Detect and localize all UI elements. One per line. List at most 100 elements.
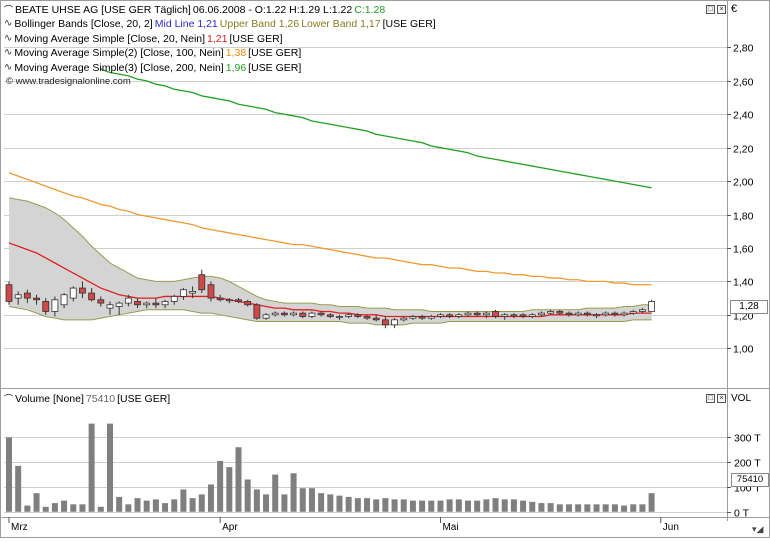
candle-body bbox=[354, 314, 362, 317]
volume-bar bbox=[33, 493, 40, 512]
close-panel-button[interactable]: × bbox=[717, 5, 726, 14]
candle-body bbox=[574, 312, 582, 316]
indicator-value: [USE GER] bbox=[382, 18, 436, 30]
candle-body bbox=[134, 301, 141, 306]
wave-icon: ∿ bbox=[4, 47, 13, 58]
candle-body bbox=[88, 292, 96, 301]
candle-body bbox=[391, 319, 398, 326]
candle-body bbox=[629, 311, 637, 314]
maximize-panel-button[interactable]: □ bbox=[706, 5, 715, 14]
indicator-legend-row[interactable]: ∿ Moving Average Simple(3) [Close, 200, N… bbox=[4, 61, 301, 75]
candle-body bbox=[23, 292, 31, 299]
volume-bar bbox=[648, 493, 655, 512]
price-tick-label: 2,40 bbox=[733, 110, 754, 122]
indicator-legend-row[interactable]: ∿ Moving Average Simple [Close, 20, Nein]… bbox=[4, 32, 283, 46]
candle-body bbox=[372, 317, 380, 321]
volume-bar bbox=[501, 499, 508, 512]
indicator-name: Bollinger Bands [Close, 20, 2] bbox=[14, 18, 153, 30]
volume-bar bbox=[510, 499, 517, 512]
candle-body bbox=[262, 314, 270, 319]
volume-bar bbox=[207, 484, 214, 512]
candle-body bbox=[97, 299, 105, 304]
volume-bar bbox=[621, 505, 628, 512]
candle-body bbox=[538, 312, 545, 316]
volume-bar bbox=[474, 500, 481, 512]
price-tick-label: 2,00 bbox=[733, 177, 754, 189]
volume-bar bbox=[611, 504, 618, 512]
candle-body bbox=[207, 284, 215, 299]
volume-bar bbox=[281, 494, 288, 512]
volume-tick-label: 300 T bbox=[734, 433, 761, 445]
resize-grip-icon[interactable]: ▾◢ bbox=[752, 524, 766, 536]
close-volume-panel-button[interactable]: × bbox=[717, 394, 726, 403]
volume-bar bbox=[382, 498, 389, 512]
candle-body bbox=[446, 314, 454, 317]
volume-bar bbox=[263, 494, 270, 512]
candle-body bbox=[308, 312, 316, 317]
volume-bar bbox=[428, 500, 435, 512]
volume-bar bbox=[538, 503, 545, 512]
volume-bar bbox=[24, 505, 31, 512]
candle-body bbox=[556, 311, 564, 314]
candle-body bbox=[501, 314, 509, 317]
volume-bar bbox=[125, 504, 132, 512]
candle-body bbox=[473, 312, 481, 316]
indicator-legend-row[interactable]: ∿ Bollinger Bands [Close, 20, 2] Mid Line … bbox=[4, 17, 436, 31]
candle-body bbox=[418, 316, 426, 319]
volume-bar bbox=[446, 499, 453, 512]
sma200-line bbox=[100, 68, 652, 189]
volume-tick-label: 0 T bbox=[734, 508, 750, 520]
candle-body bbox=[648, 301, 655, 312]
price-tick-label: 1,60 bbox=[733, 244, 754, 256]
volume-bar bbox=[299, 488, 306, 512]
volume-bar bbox=[364, 498, 371, 512]
candle-body bbox=[51, 299, 59, 312]
candle-body bbox=[79, 287, 86, 294]
volume-bar bbox=[409, 500, 416, 512]
volume-bar bbox=[584, 504, 591, 512]
candle-body bbox=[482, 312, 490, 316]
candle-body bbox=[326, 314, 334, 317]
candle-body bbox=[437, 314, 444, 317]
volume-bar bbox=[602, 504, 609, 512]
chart-workspace: 1,00 1,20 1,40 1,60 1,80 2,00 2,20 2,40 2,60 2,80… bbox=[0, 0, 770, 539]
volume-bar bbox=[51, 503, 58, 512]
candle-body bbox=[620, 312, 628, 316]
date-tick-label: Mai bbox=[442, 522, 458, 533]
volume-bar bbox=[483, 499, 490, 512]
price-tick-label: 2,80 bbox=[733, 43, 754, 55]
price-tick-label: 2,20 bbox=[733, 144, 754, 156]
volume-bar bbox=[345, 496, 352, 512]
maximize-volume-panel-button[interactable]: □ bbox=[706, 394, 715, 403]
candle-body bbox=[235, 299, 242, 302]
candle-body bbox=[602, 312, 610, 316]
volume-bar bbox=[6, 437, 12, 512]
volume-bar bbox=[217, 460, 224, 512]
candle-body bbox=[225, 299, 233, 302]
caret-icon: ⌒ bbox=[4, 394, 14, 404]
indicator-legend-row[interactable]: ∿ Moving Average Simple(2) [Close, 100, N… bbox=[4, 46, 301, 60]
indicator-value: Lower Band 1,17 bbox=[301, 18, 381, 30]
wave-icon: ∿ bbox=[4, 32, 13, 44]
volume-bar bbox=[198, 494, 205, 512]
candle-body bbox=[60, 294, 68, 306]
candle-body bbox=[106, 304, 114, 309]
indicator-value: [USE GER] bbox=[248, 61, 302, 74]
volume-bar bbox=[134, 498, 141, 512]
volume-bar bbox=[152, 499, 159, 512]
watermark-text: © www.tradesignalonline.com bbox=[6, 76, 131, 87]
volume-bar bbox=[465, 500, 471, 512]
candle-body bbox=[115, 302, 123, 307]
candle-body bbox=[253, 304, 261, 319]
volume-bar bbox=[61, 500, 68, 512]
volume-bar bbox=[171, 499, 178, 512]
symbol-title: BEATE UHSE AG [USE GER Täglich] bbox=[15, 4, 191, 16]
wave-icon: ∿ bbox=[4, 61, 13, 73]
volume-bar bbox=[593, 504, 600, 512]
volume-bar bbox=[336, 495, 343, 512]
volume-header: ⌒ Volume [None] 75410 [USE GER] bbox=[4, 392, 170, 406]
volume-bar bbox=[290, 473, 297, 512]
volume-bar bbox=[565, 504, 572, 512]
volume-bar bbox=[97, 506, 104, 512]
volume-bar bbox=[79, 504, 86, 512]
